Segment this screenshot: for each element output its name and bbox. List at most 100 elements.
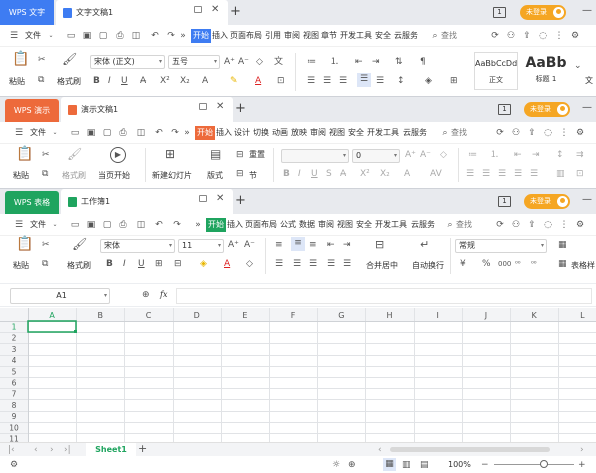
- chevron-down-icon[interactable]: ⌄: [574, 60, 582, 72]
- tab-view[interactable]: 视图: [329, 122, 345, 144]
- tab-page-layout[interactable]: 页面布局: [245, 214, 277, 236]
- print-icon[interactable]: ⎙: [118, 220, 128, 230]
- borders-icon[interactable]: ⊞: [450, 75, 458, 87]
- column-header[interactable]: D: [194, 311, 200, 320]
- row-header[interactable]: 9: [12, 412, 17, 421]
- sheet-doc-tab[interactable]: 工作簿1 ✕: [61, 189, 233, 214]
- highlight-icon[interactable]: ✎: [230, 75, 238, 87]
- new-tab-button[interactable]: +: [235, 101, 246, 116]
- chevron-down-icon[interactable]: ⌄: [50, 128, 60, 138]
- first-sheet-icon[interactable]: |‹: [8, 444, 15, 456]
- align-right-icon[interactable]: ☰: [498, 168, 506, 180]
- underline-icon[interactable]: U: [138, 258, 145, 270]
- copy-icon[interactable]: ⧉: [42, 258, 48, 270]
- sheet-app-tab[interactable]: WPS 表格: [5, 191, 59, 214]
- tab-view[interactable]: 视图: [303, 25, 319, 47]
- column-header[interactable]: I: [437, 311, 439, 320]
- wrap-text-icon[interactable]: ↵: [420, 239, 429, 251]
- settings-icon[interactable]: ⚙: [575, 220, 585, 230]
- login-button[interactable]: 未登录: [524, 194, 570, 209]
- redo-icon[interactable]: ↷: [170, 128, 180, 138]
- align-center-icon[interactable]: ☰: [293, 258, 301, 270]
- pinyin-icon[interactable]: 文: [274, 56, 283, 68]
- paste-button[interactable]: 粘贴: [13, 170, 29, 181]
- reset-icon[interactable]: ⊟: [236, 149, 244, 161]
- column-header[interactable]: G: [338, 311, 344, 320]
- tab-home[interactable]: 开始: [195, 126, 215, 140]
- row-header[interactable]: 7: [12, 390, 17, 399]
- tab-developer[interactable]: 开发工具: [340, 25, 372, 47]
- last-sheet-icon[interactable]: ›|: [64, 444, 71, 456]
- wrap-text-button[interactable]: 自动换行: [412, 260, 444, 271]
- align-center-icon[interactable]: ☰: [482, 168, 490, 180]
- subscript-icon[interactable]: X₂: [380, 168, 390, 180]
- minimize-icon[interactable]: —: [582, 194, 592, 205]
- fx-button[interactable]: fx: [160, 290, 167, 299]
- file-menu[interactable]: 文件: [30, 122, 46, 144]
- style-normal[interactable]: AaBbCcDd 正文: [474, 52, 518, 90]
- section-button[interactable]: 节: [249, 170, 257, 181]
- bold-icon[interactable]: B: [93, 75, 100, 87]
- close-tab-icon[interactable]: ✕: [216, 101, 224, 112]
- font-color-icon[interactable]: A: [404, 168, 410, 180]
- collab-icon[interactable]: ⚇: [506, 31, 516, 41]
- cut-icon[interactable]: ✂: [38, 54, 46, 66]
- pin-icon[interactable]: [199, 195, 207, 202]
- font-color-icon[interactable]: A: [255, 75, 261, 87]
- menu-icon[interactable]: ☰: [14, 220, 24, 230]
- format-painter-icon[interactable]: 🖌: [67, 148, 82, 160]
- format-painter-button[interactable]: 格式刷: [62, 170, 86, 181]
- percent-icon[interactable]: %: [482, 258, 491, 270]
- column-header[interactable]: C: [146, 311, 152, 320]
- tab-cloud[interactable]: 云服务: [394, 25, 418, 47]
- bullet-list-icon[interactable]: ≔: [468, 149, 477, 161]
- new-slide-button[interactable]: 新建幻灯片: [152, 170, 192, 181]
- layout-icon[interactable]: ▤: [210, 148, 221, 160]
- comment-icon[interactable]: ◌: [543, 128, 553, 138]
- prev-sheet-icon[interactable]: ‹: [34, 444, 38, 456]
- scroll-right-icon[interactable]: ›: [580, 444, 584, 456]
- share-icon[interactable]: ⇪: [527, 220, 537, 230]
- tab-animation[interactable]: 动画: [272, 122, 288, 144]
- tab-chapter[interactable]: 章节: [321, 25, 337, 47]
- outdent-icon[interactable]: ⇤: [514, 149, 522, 161]
- tab-view[interactable]: 视图: [337, 214, 353, 236]
- save-icon[interactable]: ▣: [82, 31, 92, 41]
- tab-design[interactable]: 设计: [234, 122, 250, 144]
- column-header[interactable]: H: [386, 311, 392, 320]
- chevron-down-icon[interactable]: ⌄: [46, 31, 56, 41]
- copy-icon[interactable]: ⧉: [42, 168, 48, 180]
- align-center-icon[interactable]: ☰: [323, 75, 331, 87]
- page-layout-view-icon[interactable]: ▥: [402, 459, 411, 471]
- strikethrough-icon[interactable]: A̶: [140, 75, 146, 87]
- shrink-font-icon[interactable]: A⁻: [238, 56, 249, 68]
- more-options-icon[interactable]: ⋮: [559, 128, 569, 138]
- column-header[interactable]: B: [98, 311, 104, 320]
- layout-button[interactable]: 版式: [207, 170, 223, 181]
- print-icon[interactable]: ⎙: [115, 31, 125, 41]
- column-header[interactable]: F: [291, 311, 296, 320]
- tab-cloud[interactable]: 云服务: [411, 214, 435, 236]
- next-sheet-icon[interactable]: ›: [50, 444, 54, 456]
- writer-doc-tab[interactable]: 文字文稿1 ✕: [56, 0, 228, 25]
- align-text-icon[interactable]: ⊡: [576, 168, 584, 180]
- shrink-font-icon[interactable]: A⁻: [420, 149, 431, 161]
- file-menu[interactable]: 文件: [25, 25, 41, 47]
- chevron-down-icon[interactable]: ⌄: [50, 220, 60, 230]
- font-size-select[interactable]: 五号 ▾: [168, 55, 220, 69]
- row-header[interactable]: 4: [12, 356, 17, 365]
- merge-center-icon[interactable]: ⊟: [375, 239, 384, 251]
- format-painter-icon[interactable]: 🖌: [62, 53, 77, 65]
- tab-insert[interactable]: 插入: [216, 122, 232, 144]
- new-tab-button[interactable]: +: [230, 4, 241, 19]
- window-count[interactable]: 1: [498, 104, 511, 115]
- italic-icon[interactable]: I: [123, 258, 126, 270]
- column-header[interactable]: J: [484, 311, 487, 320]
- undo-icon[interactable]: ↶: [154, 220, 164, 230]
- align-left-icon[interactable]: ☰: [307, 75, 315, 87]
- strikethrough-icon[interactable]: A̶: [340, 168, 346, 180]
- row-header[interactable]: 6: [12, 379, 17, 388]
- font-size-select[interactable]: 11 ▾: [178, 239, 224, 253]
- format-painter-icon[interactable]: 🖌: [72, 238, 87, 250]
- underline-icon[interactable]: U: [311, 168, 318, 180]
